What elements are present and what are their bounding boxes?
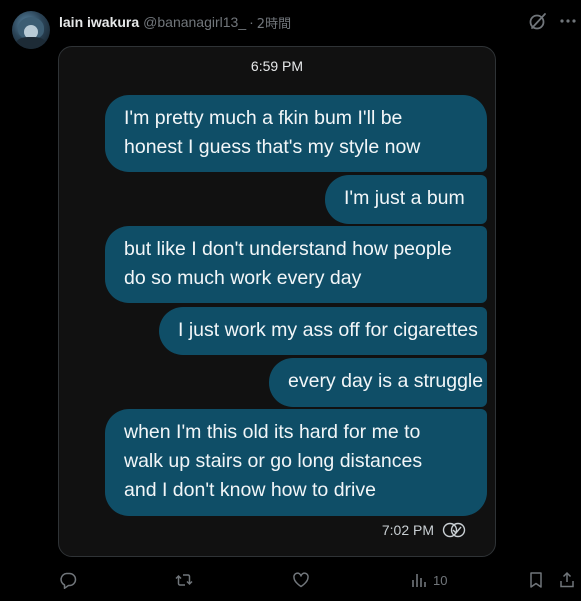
- message-bubble: when I'm this old its hard for me to wal…: [105, 409, 487, 516]
- author-name[interactable]: lain iwakura: [59, 14, 139, 30]
- views-button[interactable]: 10: [410, 568, 447, 592]
- share-button[interactable]: [558, 568, 576, 592]
- message-line: do so much work every day: [124, 267, 362, 289]
- repost-button[interactable]: [175, 568, 193, 592]
- last-message-time: 7:02 PM: [381, 522, 434, 538]
- chat-meta: 7:02 PM: [382, 522, 466, 538]
- message-line: walk up stairs or go long distances: [124, 450, 423, 472]
- message-bubble: every day is a struggle: [269, 358, 487, 407]
- share-icon: [560, 571, 574, 588]
- bookmark-button[interactable]: [527, 568, 545, 592]
- bookmark-icon: [530, 572, 542, 588]
- views-icon: [412, 574, 426, 587]
- author-handle[interactable]: @bananagirl13_: [143, 14, 246, 30]
- message-line: honest I guess that's my style now: [124, 136, 421, 158]
- post-header: lain iwakura @bananagirl13_ · 2時間: [59, 12, 291, 32]
- post-image[interactable]: 6:59 PM I'm pretty much a fkin bum I'll …: [58, 46, 496, 557]
- reply-icon: [60, 572, 77, 589]
- chat-timestamp: 6:59 PM: [250, 58, 304, 74]
- avatar[interactable]: [12, 11, 50, 49]
- separator-dot: ·: [249, 14, 254, 30]
- more-icon[interactable]: [558, 11, 578, 31]
- like-button[interactable]: [292, 568, 310, 592]
- reply-button[interactable]: [59, 568, 77, 592]
- repost-icon: [175, 574, 193, 586]
- views-count: 10: [433, 572, 448, 588]
- message-line: I'm pretty much a fkin bum I'll be: [124, 107, 403, 129]
- message-line: I just work my ass off for cigarettes: [178, 319, 478, 341]
- message-bubble: I'm just a bum: [325, 175, 487, 224]
- message-bubble: I'm pretty much a fkin bum I'll be hones…: [105, 95, 487, 172]
- grok-icon[interactable]: [528, 11, 548, 31]
- message-line: but like I don't understand how people: [124, 238, 452, 260]
- message-bubble: but like I don't understand how people d…: [105, 226, 487, 303]
- avatar-body: [16, 37, 46, 49]
- read-receipt-icon: [442, 522, 466, 538]
- post: lain iwakura @bananagirl13_ · 2時間 6:59 P…: [0, 0, 581, 601]
- message-line: when I'm this old its hard for me to: [124, 421, 421, 443]
- message-bubble: I just work my ass off for cigarettes: [159, 307, 487, 355]
- message-line: every day is a struggle: [288, 370, 484, 392]
- post-timestamp[interactable]: 2時間: [257, 13, 291, 32]
- like-icon: [293, 572, 309, 588]
- action-bar: 10: [0, 568, 581, 592]
- message-line: and I don't know how to drive: [124, 479, 376, 501]
- message-line: I'm just a bum: [344, 187, 465, 209]
